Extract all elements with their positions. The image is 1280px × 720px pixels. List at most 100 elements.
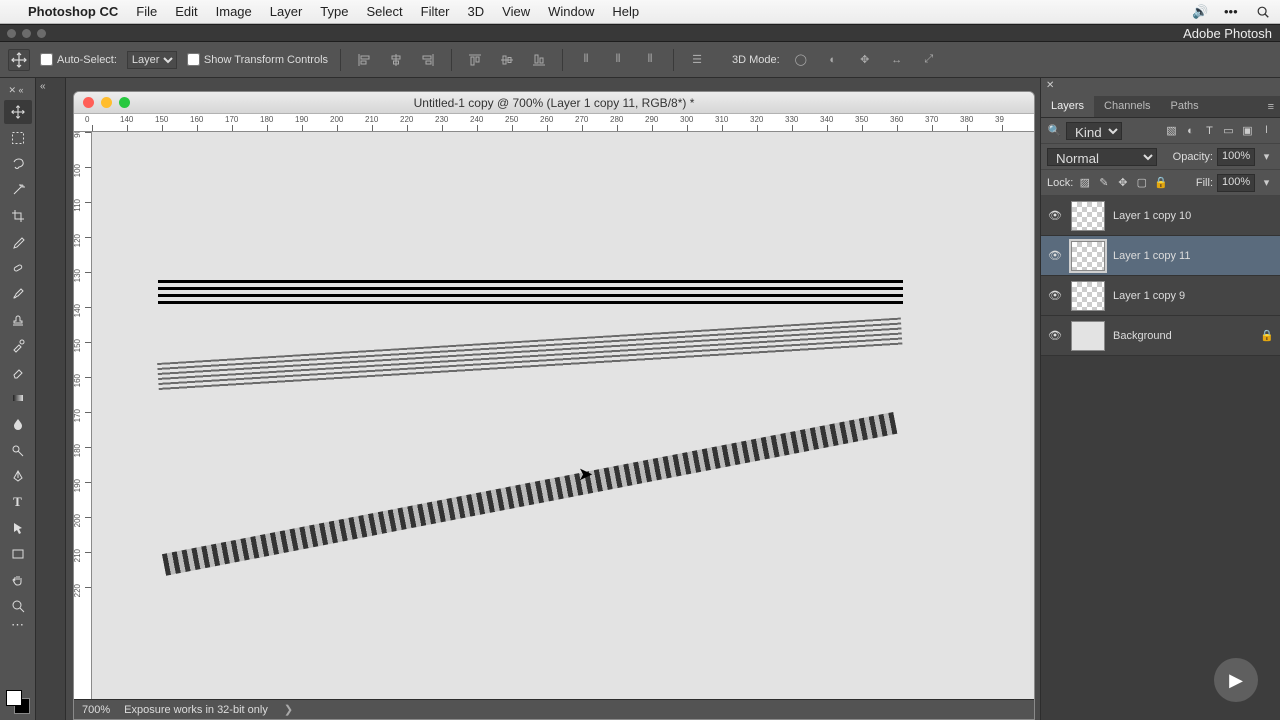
fg-color-swatch[interactable] (6, 690, 22, 706)
filter-kind-select[interactable]: Kind (1066, 122, 1122, 140)
filter-type-icon[interactable]: T (1202, 123, 1217, 138)
visibility-icon[interactable]: 👁 (1047, 329, 1063, 342)
auto-select-check[interactable]: Auto-Select: (40, 53, 117, 66)
status-info[interactable]: Exposure works in 32-bit only (124, 704, 268, 716)
layer-thumbnail[interactable] (1071, 321, 1105, 351)
menu-image[interactable]: Image (216, 4, 252, 19)
eraser-tool[interactable] (4, 360, 32, 384)
eyedropper-tool[interactable] (4, 230, 32, 254)
app-menu[interactable]: Photoshop CC (28, 4, 118, 19)
visibility-icon[interactable]: 👁 (1047, 249, 1063, 262)
menu-filter[interactable]: Filter (421, 4, 450, 19)
fill-value[interactable]: 100% (1217, 174, 1255, 192)
lock-pixels-icon[interactable]: ✎ (1096, 175, 1111, 190)
marquee-tool[interactable] (4, 126, 32, 150)
menu-edit[interactable]: Edit (175, 4, 197, 19)
panel-menu-icon[interactable]: ≡ (1268, 101, 1274, 113)
lock-artboard-icon[interactable]: ▢ (1134, 175, 1149, 190)
blend-mode-select[interactable]: Normal (1047, 148, 1157, 166)
align-right-icon[interactable] (417, 49, 439, 71)
distribute-h1-icon[interactable]: ⦀ (575, 49, 597, 71)
volume-icon[interactable]: 🔊 (1192, 4, 1206, 20)
spotlight-icon[interactable] (1256, 5, 1270, 19)
3d-scale-icon[interactable]: ⤢ (918, 49, 940, 71)
pen-tool[interactable] (4, 464, 32, 488)
filter-smart-icon[interactable]: ▣ (1240, 123, 1255, 138)
status-flyout-icon[interactable]: ❯ (284, 703, 293, 716)
collapse-icon[interactable]: « (36, 78, 65, 95)
tab-layers[interactable]: Layers (1041, 96, 1094, 117)
collapsed-panel-strip[interactable]: « (36, 78, 66, 720)
play-overlay-icon[interactable]: ▶ (1214, 658, 1258, 702)
filter-toggle-icon[interactable]: ⏽ (1259, 123, 1274, 138)
layer-row[interactable]: 👁 Layer 1 copy 11 (1041, 236, 1280, 276)
align-left-icon[interactable] (353, 49, 375, 71)
show-transform-check[interactable]: Show Transform Controls (187, 53, 328, 66)
heal-tool[interactable] (4, 256, 32, 280)
ruler-vertical[interactable]: 9010011012013014015016017018019020021022… (74, 132, 92, 699)
hand-tool[interactable] (4, 568, 32, 592)
3d-roll-icon[interactable]: ◐ (822, 49, 844, 71)
lock-trans-icon[interactable]: ▨ (1077, 175, 1092, 190)
filter-pixel-icon[interactable]: ▧ (1164, 123, 1179, 138)
3d-orbit-icon[interactable]: ◯ (790, 49, 812, 71)
auto-align-icon[interactable]: ☰ (686, 49, 708, 71)
lock-position-icon[interactable]: ✥ (1115, 175, 1130, 190)
layer-row[interactable]: 👁Layer 1 copy 10 (1041, 196, 1280, 236)
layer-row[interactable]: 👁Background🔒 (1041, 316, 1280, 356)
move-tool-icon[interactable] (8, 49, 30, 71)
window-close-button[interactable] (83, 97, 94, 108)
brush-tool[interactable] (4, 282, 32, 306)
layer-row[interactable]: 👁 Layer 1 copy 9 (1041, 276, 1280, 316)
lock-all-icon[interactable]: 🔒 (1153, 175, 1168, 190)
auto-select-target[interactable]: Layer (127, 51, 177, 69)
layer-name[interactable]: Layer 1 copy 9 (1113, 290, 1185, 302)
layer-thumbnail[interactable] (1071, 241, 1105, 271)
move-tool[interactable] (4, 100, 32, 124)
panel-close-icon[interactable]: ✕ (1041, 78, 1280, 96)
stamp-tool[interactable] (4, 308, 32, 332)
lasso-tool[interactable] (4, 152, 32, 176)
close-tab-icon[interactable]: ✕ « (0, 82, 28, 98)
history-brush-tool[interactable] (4, 334, 32, 358)
distribute-h3-icon[interactable]: ⦀ (639, 49, 661, 71)
chevron-down-icon[interactable]: ▾ (1259, 175, 1274, 190)
menu-layer[interactable]: Layer (270, 4, 303, 19)
layers-list[interactable]: 👁Layer 1 copy 10👁Layer 1 copy 11👁Layer 1… (1041, 196, 1280, 720)
menu-3d[interactable]: 3D (468, 4, 485, 19)
text-tool[interactable]: T (4, 490, 32, 514)
layer-thumbnail[interactable] (1071, 201, 1105, 231)
gradient-tool[interactable] (4, 386, 32, 410)
align-bottom-icon[interactable] (528, 49, 550, 71)
overflow-icon[interactable]: ••• (1224, 4, 1238, 19)
color-swatches[interactable] (6, 690, 30, 714)
tab-paths[interactable]: Paths (1161, 96, 1209, 117)
filter-shape-icon[interactable]: ▭ (1221, 123, 1236, 138)
ruler-horizontal[interactable]: 0140150160170180190200210220230240250260… (74, 114, 1034, 132)
menu-file[interactable]: File (136, 4, 157, 19)
menu-window[interactable]: Window (548, 4, 594, 19)
menu-view[interactable]: View (502, 4, 530, 19)
zoom-value[interactable]: 700% (82, 704, 110, 716)
menu-type[interactable]: Type (320, 4, 348, 19)
wand-tool[interactable] (4, 178, 32, 202)
layer-name[interactable]: Background (1113, 330, 1172, 342)
filter-search-icon[interactable]: 🔍 (1047, 123, 1062, 138)
align-hcenter-icon[interactable] (385, 49, 407, 71)
blur-tool[interactable] (4, 412, 32, 436)
opacity-value[interactable]: 100% (1217, 148, 1255, 166)
layer-thumbnail[interactable] (1071, 281, 1105, 311)
align-top-icon[interactable] (464, 49, 486, 71)
3d-slide-icon[interactable]: ↔ (886, 49, 908, 71)
align-vcenter-icon[interactable] (496, 49, 518, 71)
window-zoom-button[interactable] (119, 97, 130, 108)
tab-channels[interactable]: Channels (1094, 96, 1160, 117)
document-titlebar[interactable]: Untitled-1 copy @ 700% (Layer 1 copy 11,… (74, 92, 1034, 114)
visibility-icon[interactable]: 👁 (1047, 289, 1063, 302)
menu-select[interactable]: Select (366, 4, 402, 19)
visibility-icon[interactable]: 👁 (1047, 209, 1063, 222)
layer-name[interactable]: Layer 1 copy 11 (1113, 250, 1190, 262)
chevron-down-icon[interactable]: ▾ (1259, 149, 1274, 164)
window-minimize-button[interactable] (101, 97, 112, 108)
canvas[interactable]: ➤ (92, 132, 1034, 699)
